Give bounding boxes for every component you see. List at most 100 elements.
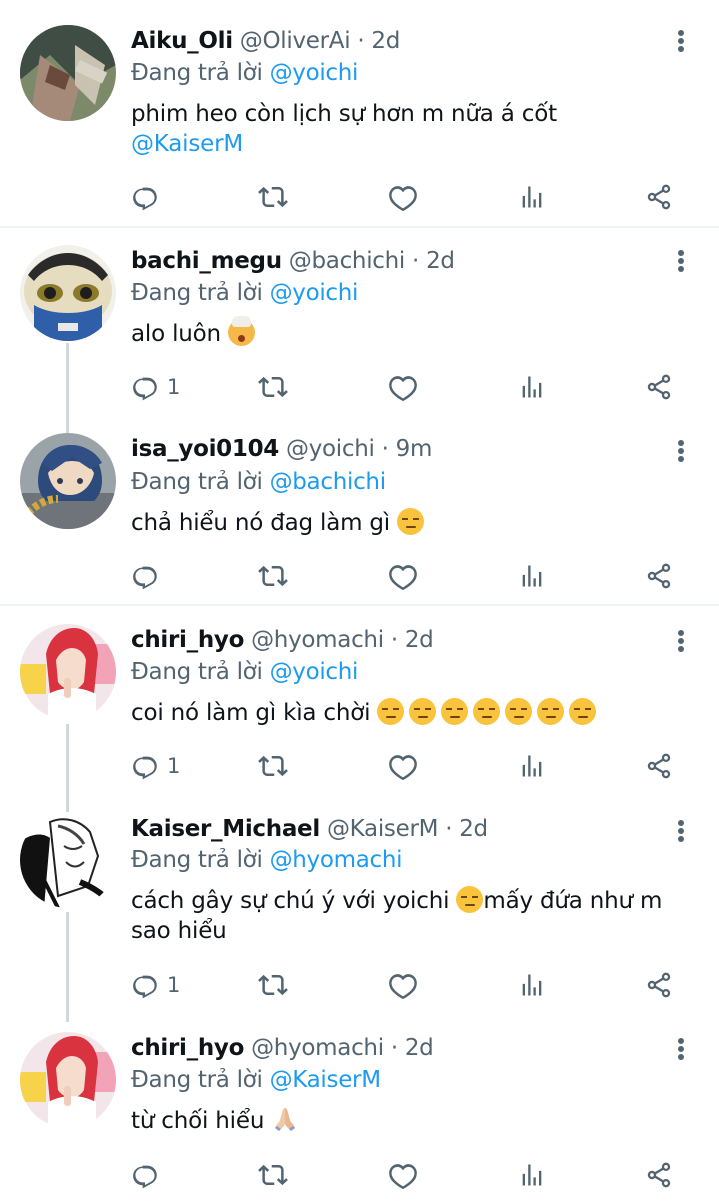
reply-icon-button[interactable] <box>131 1157 167 1193</box>
more-vertical-icon[interactable] <box>672 626 692 656</box>
heart-icon <box>388 1160 418 1190</box>
tweet-text-mention[interactable]: @KaiserM <box>131 131 243 157</box>
handle[interactable]: @bachichi <box>289 248 406 274</box>
reply-icon-button[interactable]: 1 <box>131 967 180 1003</box>
display-name[interactable]: bachi_megu <box>131 248 282 274</box>
heart-icon-button[interactable] <box>388 179 418 215</box>
timestamp[interactable]: · 2d <box>391 627 434 653</box>
retweet-icon-button[interactable] <box>258 1157 288 1193</box>
timestamp[interactable]: · 2d <box>391 1035 434 1061</box>
bar-chart-icon <box>518 183 546 211</box>
handle[interactable]: @hyomachi <box>251 1035 384 1061</box>
retweet-icon-button[interactable] <box>258 967 288 1003</box>
reply-icon-button[interactable]: 1 <box>131 369 180 405</box>
tweet-text-body: cách gây sự chú ý với yoichi <box>131 888 450 914</box>
avatar[interactable] <box>20 624 116 720</box>
more-vertical-icon[interactable] <box>672 1034 692 1064</box>
share-icon-button[interactable] <box>645 558 673 594</box>
tweet-actions: 1 <box>0 369 719 405</box>
timestamp[interactable]: · 2d <box>357 28 400 54</box>
tweet-text: cách gây sự chú ý với yoichi mấy đứa như… <box>131 886 691 946</box>
reply-icon-button[interactable]: 1 <box>131 748 180 784</box>
avatar[interactable] <box>20 433 116 529</box>
more-vertical-icon[interactable] <box>672 436 692 466</box>
display-name[interactable]: Kaiser_Michael <box>131 816 320 842</box>
bar-chart-icon-button[interactable] <box>518 967 546 1003</box>
replying-to-mention[interactable]: @yoichi <box>270 280 359 306</box>
replying-to: Đang trả lời @yoichi <box>131 58 358 88</box>
avatar[interactable] <box>20 812 116 908</box>
replying-to-label: Đang trả lời <box>131 60 263 86</box>
replying-to-label: Đang trả lời <box>131 847 263 873</box>
retweet-icon-button[interactable] <box>258 558 288 594</box>
share-icon-button[interactable] <box>645 179 673 215</box>
reply-icon-button[interactable] <box>131 179 167 215</box>
tweet-kaiser-michael[interactable]: Kaiser_Michael @KaiserM · 2d Đang trả lờ… <box>0 796 719 1012</box>
avatar[interactable] <box>20 25 116 121</box>
replying-to-label: Đang trả lời <box>131 1067 263 1093</box>
heart-icon-button[interactable] <box>388 1157 418 1193</box>
more-vertical-icon[interactable] <box>672 26 692 56</box>
display-name[interactable]: chiri_hyo <box>131 1035 244 1061</box>
handle[interactable]: @yoichi <box>286 436 375 462</box>
heart-icon-button[interactable] <box>388 967 418 1003</box>
tweet-isa-yoi0104[interactable]: isa_yoi0104 @yoichi · 9m Đang trả lời @b… <box>0 418 719 604</box>
tweet-header: Aiku_Oli @OliverAi · 2d <box>131 26 400 56</box>
heart-icon-button[interactable] <box>388 369 418 405</box>
tweet-text: coi nó làm gì kìa chời <box>131 698 691 728</box>
unamused-face-emoji <box>377 698 405 725</box>
handle[interactable]: @KaiserM <box>327 816 439 842</box>
tweet-aiku-oli[interactable]: Aiku_Oli @OliverAi · 2d Đang trả lời @yo… <box>0 0 719 226</box>
replying-to: Đang trả lời @yoichi <box>131 278 358 308</box>
tweet-bachi-megu[interactable]: bachi_megu @bachichi · 2d Đang trả lời @… <box>0 228 719 418</box>
retweet-icon <box>258 182 288 212</box>
bar-chart-icon-button[interactable] <box>518 1157 546 1193</box>
unamused-face-emoji <box>537 698 565 725</box>
replying-to-mention[interactable]: @hyomachi <box>270 847 403 873</box>
tweet-chiri-hyo[interactable]: chiri_hyo @hyomachi · 2d Đang trả lời @y… <box>0 606 719 796</box>
share-icon-button[interactable] <box>645 748 673 784</box>
unamused-face-emoji <box>505 698 533 725</box>
retweet-icon-button[interactable] <box>258 179 288 215</box>
timestamp[interactable]: · 2d <box>412 248 455 274</box>
display-name[interactable]: isa_yoi0104 <box>131 436 279 462</box>
bar-chart-icon-button[interactable] <box>518 179 546 215</box>
bar-chart-icon <box>518 752 546 780</box>
heart-icon-button[interactable] <box>388 748 418 784</box>
bar-chart-icon-button[interactable] <box>518 748 546 784</box>
tweet-actions: 1 <box>0 967 719 1003</box>
share-icon <box>645 562 673 590</box>
avatar[interactable] <box>20 1032 116 1128</box>
display-name[interactable]: Aiku_Oli <box>131 28 233 54</box>
timestamp[interactable]: · 2d <box>445 816 488 842</box>
bar-chart-icon-button[interactable] <box>518 369 546 405</box>
replying-to: Đang trả lời @bachichi <box>131 467 386 497</box>
more-vertical-icon[interactable] <box>672 816 692 846</box>
share-icon-button[interactable] <box>645 967 673 1003</box>
replying-to-mention[interactable]: @KaiserM <box>270 1067 382 1093</box>
tweet-chiri-hyo-2[interactable]: chiri_hyo @hyomachi · 2d Đang trả lời @K… <box>0 1012 719 1202</box>
tweet-text: phim heo còn lịch sự hơn m nữa á cốt @Ka… <box>131 99 691 159</box>
replying-to: Đang trả lời @yoichi <box>131 657 358 687</box>
heart-icon <box>388 561 418 591</box>
heart-icon-button[interactable] <box>388 558 418 594</box>
avatar[interactable] <box>20 245 116 341</box>
timestamp[interactable]: · 9m <box>382 436 433 462</box>
retweet-icon-button[interactable] <box>258 369 288 405</box>
replying-to-mention[interactable]: @bachichi <box>270 469 387 495</box>
unamused-face-emoji <box>473 698 501 725</box>
handle[interactable]: @hyomachi <box>251 627 384 653</box>
replying-to-label: Đang trả lời <box>131 659 263 685</box>
share-icon-button[interactable] <box>645 369 673 405</box>
reply-icon-button[interactable] <box>131 558 167 594</box>
more-vertical-icon[interactable] <box>672 246 692 276</box>
share-icon-button[interactable] <box>645 1157 673 1193</box>
replying-to-mention[interactable]: @yoichi <box>270 60 359 86</box>
display-name[interactable]: chiri_hyo <box>131 627 244 653</box>
handle[interactable]: @OliverAi <box>240 28 351 54</box>
bar-chart-icon-button[interactable] <box>518 558 546 594</box>
tweet-text-body: từ chối hiểu <box>131 1108 265 1134</box>
share-icon <box>645 971 673 999</box>
replying-to-mention[interactable]: @yoichi <box>270 659 359 685</box>
retweet-icon-button[interactable] <box>258 748 288 784</box>
